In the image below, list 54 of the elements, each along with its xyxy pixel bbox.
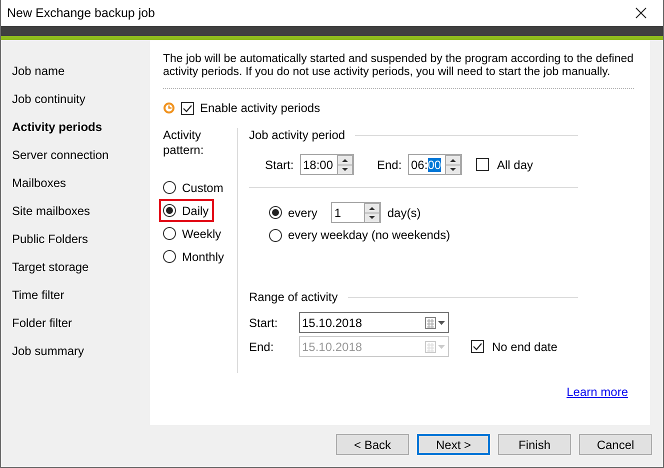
checkbox-label: No end date bbox=[492, 340, 558, 354]
radio-label: Daily bbox=[182, 204, 209, 218]
checkbox[interactable] bbox=[476, 158, 489, 171]
radio-button[interactable] bbox=[163, 227, 176, 240]
window-title: New Exchange backup job bbox=[7, 6, 156, 20]
field-label: End: bbox=[377, 158, 403, 172]
sidebar-item[interactable]: Mailboxes bbox=[1, 169, 150, 198]
radio-button[interactable] bbox=[163, 204, 176, 217]
sidebar-item[interactable]: Server connection bbox=[1, 141, 150, 170]
sidebar-item[interactable]: Job summary bbox=[1, 337, 150, 366]
field-label: Start: bbox=[265, 158, 295, 172]
pattern-label: Activity pattern: bbox=[163, 128, 205, 158]
dialog-button[interactable]: Finish bbox=[498, 434, 571, 455]
field-label: End: bbox=[249, 340, 275, 354]
date-field[interactable]: 15.10.2018 bbox=[299, 312, 449, 333]
dialog-button[interactable]: Cancel bbox=[579, 434, 652, 455]
checkbox-label: All day bbox=[497, 158, 534, 172]
radio-button[interactable] bbox=[269, 228, 282, 242]
sidebar-item[interactable]: Job name bbox=[1, 57, 150, 86]
group-title: Job activity period bbox=[249, 128, 346, 142]
spin-buttons-icon[interactable] bbox=[337, 154, 353, 174]
sidebar-item[interactable]: Site mailboxes bbox=[1, 197, 150, 226]
sidebar-item[interactable]: Time filter bbox=[1, 281, 150, 310]
radio-label: every bbox=[288, 206, 318, 220]
spin-buttons-icon[interactable] bbox=[364, 202, 380, 222]
radio-label: Weekly bbox=[182, 226, 222, 240]
close-icon[interactable] bbox=[635, 7, 647, 19]
radio-label: every weekday (no weekends) bbox=[288, 228, 450, 242]
dialog-button[interactable]: < Back bbox=[336, 434, 409, 455]
sidebar-item[interactable]: Public Folders bbox=[1, 225, 150, 254]
clock-icon bbox=[163, 102, 175, 114]
learn-more-link[interactable]: Learn more bbox=[566, 385, 628, 399]
calendar-dropdown-icon[interactable] bbox=[424, 316, 446, 330]
radio-button[interactable] bbox=[163, 181, 176, 194]
unit-label: day(s) bbox=[387, 206, 421, 220]
radio-button[interactable] bbox=[269, 206, 282, 219]
sidebar-item[interactable]: Activity periods bbox=[1, 113, 150, 142]
radio-button[interactable] bbox=[163, 250, 176, 263]
time-field[interactable]: 18:00 bbox=[300, 154, 354, 175]
field-label: Start: bbox=[249, 316, 279, 330]
sidebar-item[interactable]: Job continuity bbox=[1, 85, 150, 114]
radio-label: Monthly bbox=[182, 250, 224, 264]
number-field[interactable]: 1 bbox=[331, 202, 382, 223]
dialog-button[interactable]: Next > bbox=[417, 434, 490, 455]
spin-buttons-icon[interactable] bbox=[445, 154, 461, 174]
description-text: The job will be automatically started and suspended by the program according to the defined activity periods. If you do not use activity periods, you will need to start the job manually. bbox=[163, 53, 635, 79]
group-title: Range of activity bbox=[249, 290, 338, 304]
sidebar-item[interactable]: Folder filter bbox=[1, 309, 150, 338]
time-field[interactable]: 06:00 bbox=[408, 154, 462, 175]
checkbox-label: Enable activity periods bbox=[200, 101, 320, 115]
sidebar-item[interactable]: Target storage bbox=[1, 253, 150, 282]
checkbox[interactable] bbox=[471, 340, 484, 353]
radio-label: Custom bbox=[182, 180, 224, 194]
checkbox[interactable] bbox=[181, 102, 194, 114]
